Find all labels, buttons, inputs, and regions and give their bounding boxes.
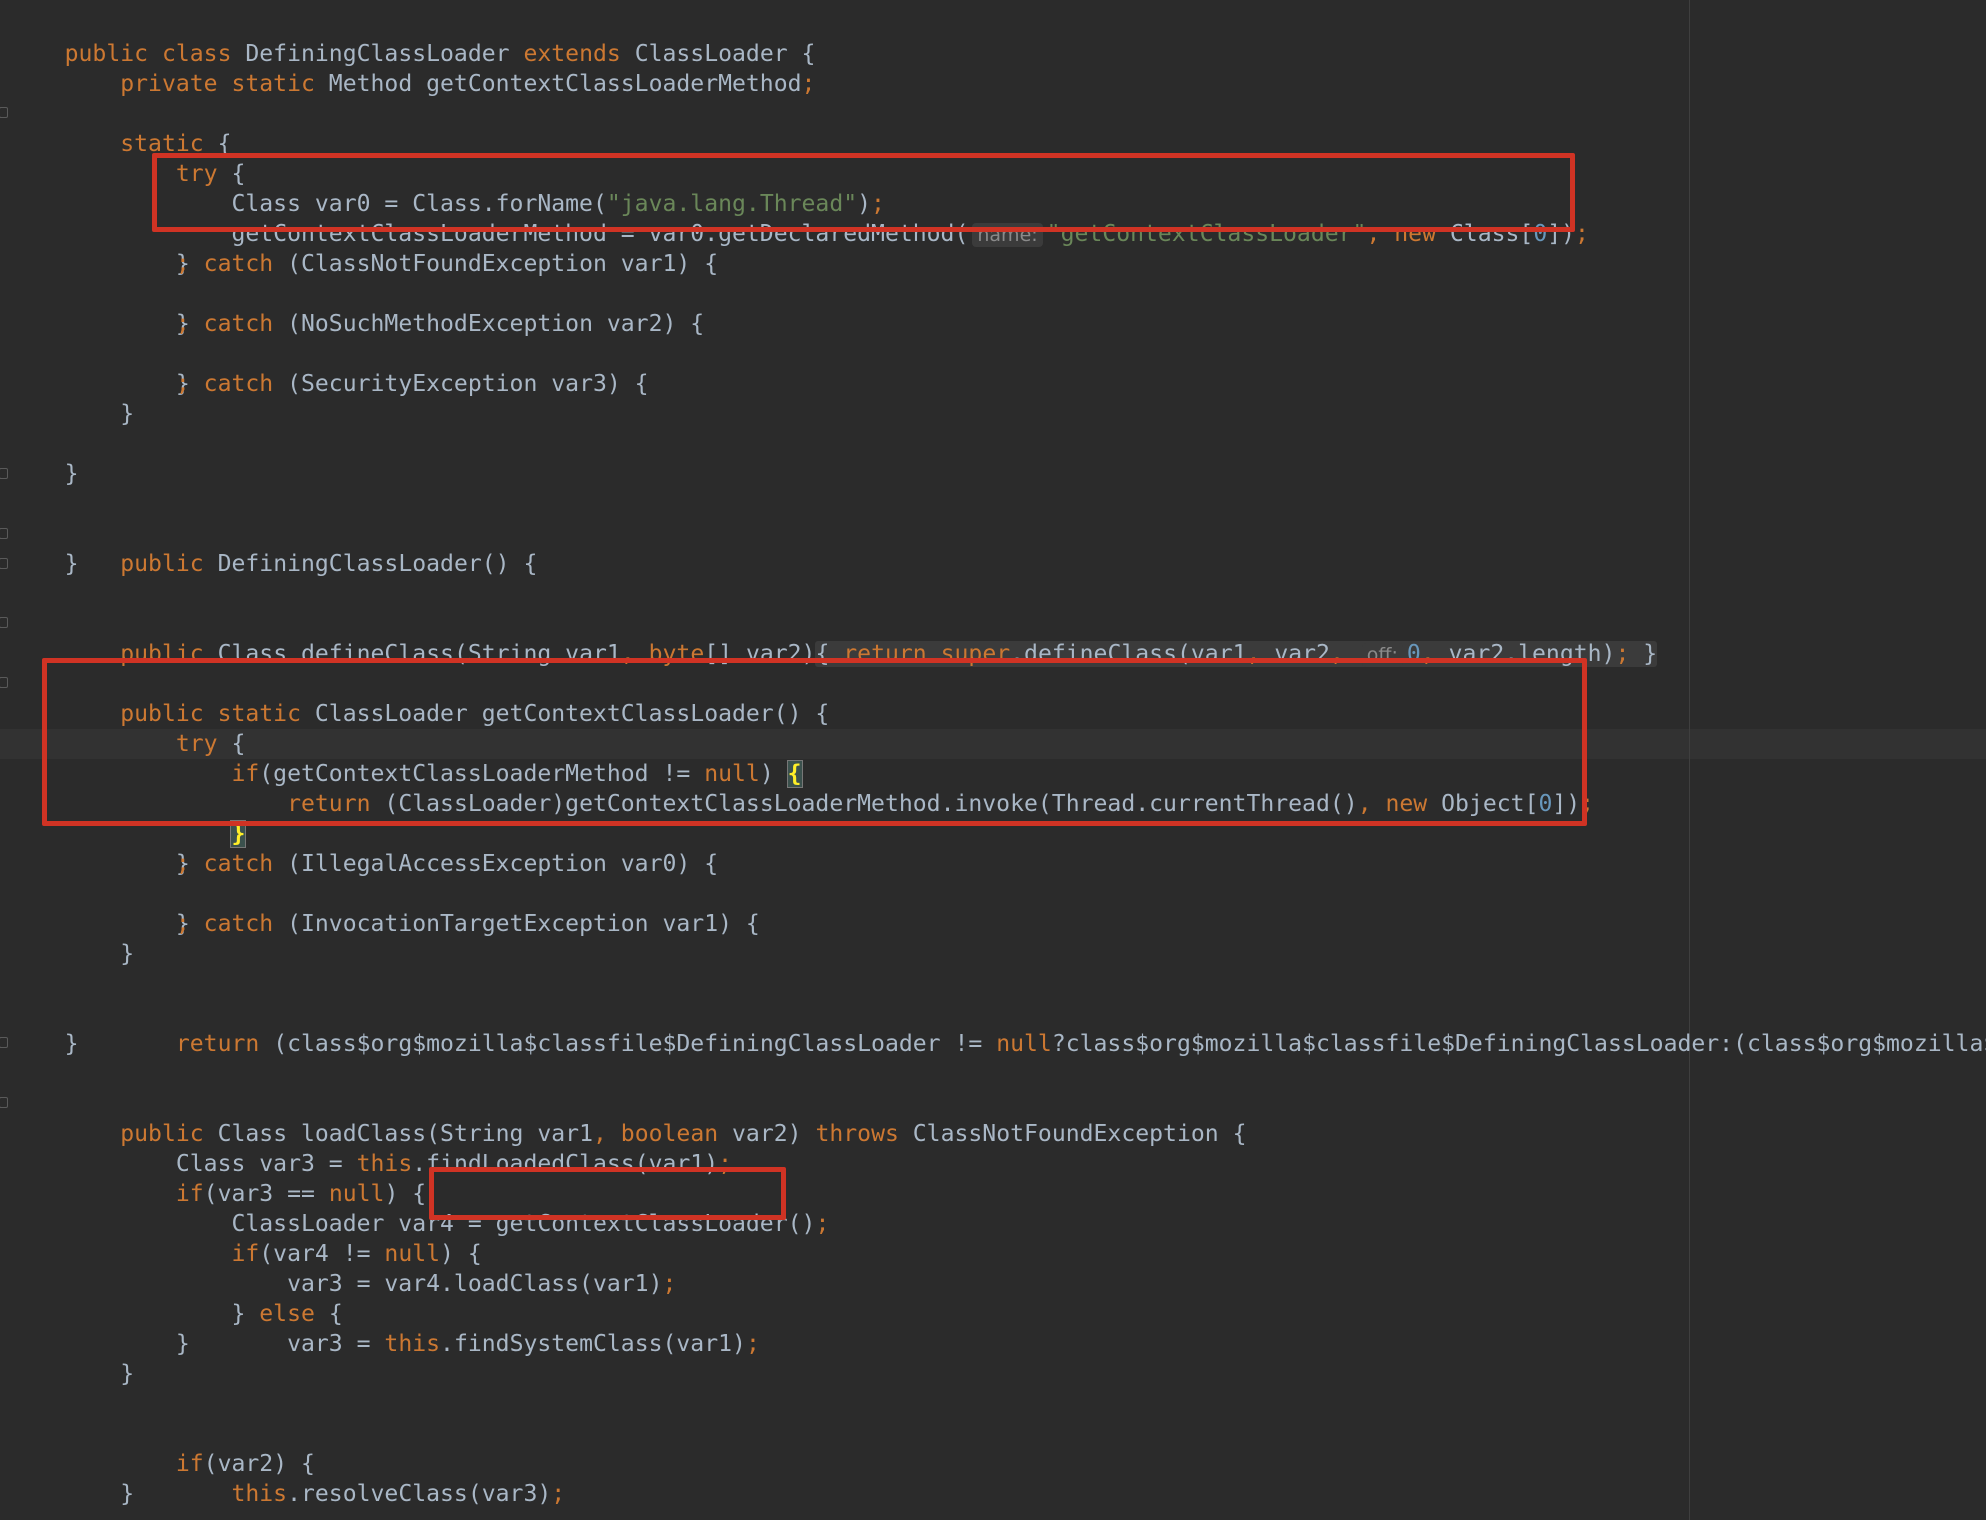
code-line[interactable]: var3 = var4.loadClass(var1); — [9, 1239, 676, 1297]
code-token: return — [175, 1031, 274, 1057]
code-line[interactable]: } — [9, 549, 79, 579]
code-line[interactable]: this.resolveClass(var3); — [9, 1449, 565, 1507]
code-line[interactable]: public Class loadClass(String var1, bool… — [9, 1089, 1246, 1147]
code-line[interactable]: } — [9, 1479, 134, 1509]
code-line[interactable]: } catch (InvocationTargetException var1)… — [9, 879, 760, 937]
code-token: } — [9, 1331, 190, 1357]
code-token: ; — [745, 1331, 760, 1357]
right-margin-guide — [1689, 0, 1690, 1520]
code-line[interactable]: } else { — [9, 1269, 342, 1327]
code-token: ClassNotFoundException { — [912, 1121, 1247, 1147]
code-line[interactable]: } catch (NoSuchMethodException var2) { — [9, 279, 704, 337]
code-token: (SecurityException var3) { — [287, 371, 649, 397]
code-line[interactable]: if(var2) { — [9, 1419, 315, 1477]
code-token: catch — [203, 911, 288, 937]
code-line[interactable]: Class var3 = this.findLoadedClass(var1); — [9, 1119, 732, 1177]
code-token: } — [9, 1361, 135, 1387]
code-token: .resolveClass(var3) — [287, 1481, 552, 1507]
code-token: this — [231, 1481, 288, 1507]
code-line[interactable]: } — [9, 1029, 79, 1059]
code-token: (class$org$mozilla$classfile$DefiningCla… — [273, 1031, 997, 1057]
code-line[interactable]: ; — [9, 249, 190, 279]
code-token: } — [9, 551, 79, 577]
code-token: catch — [203, 371, 288, 397]
code-token: ; — [9, 911, 190, 937]
code-line[interactable]: ; — [9, 849, 190, 879]
code-token: catch — [203, 311, 288, 337]
code-token: ; — [9, 311, 190, 337]
code-line[interactable]: } — [9, 939, 134, 969]
code-token: ; — [801, 71, 816, 97]
code-token: } — [9, 461, 79, 487]
code-token: ; — [1575, 221, 1589, 247]
code-token: private static — [64, 71, 329, 97]
code-token: } — [9, 941, 135, 967]
code-token: ; — [9, 251, 190, 277]
code-line[interactable]: ; — [9, 369, 190, 399]
code-token: } — [9, 1031, 79, 1057]
code-token: null — [996, 1031, 1052, 1057]
code-line[interactable]: ; — [9, 309, 190, 339]
fold-marker-icon[interactable] — [0, 617, 8, 628]
code-line[interactable]: } catch (SecurityException var3) { — [9, 339, 649, 397]
code-token: (IllegalAccessException var0) { — [287, 851, 719, 877]
code-line[interactable]: var3 = this.findSystemClass(var1); — [9, 1299, 760, 1357]
code-token: ; — [662, 1271, 677, 1297]
code-token: } — [9, 1481, 135, 1507]
code-line[interactable]: } — [9, 459, 79, 489]
code-line[interactable]: public DefiningClassLoader() { — [9, 519, 537, 577]
fold-marker-icon[interactable] — [0, 468, 8, 479]
annotation-box-call-site — [429, 1167, 786, 1220]
code-editor[interactable]: public class DefiningClassLoader extends… — [0, 0, 1986, 1520]
code-line[interactable]: return (class$org$mozilla$classfile$Defi… — [9, 999, 1986, 1057]
fold-marker-icon[interactable] — [0, 558, 8, 569]
code-line[interactable]: } — [9, 1329, 190, 1359]
code-line[interactable]: if(var4 != null) { — [9, 1209, 481, 1267]
code-line[interactable]: static { — [9, 99, 231, 157]
code-line[interactable]: if(var3 == null) { — [9, 1149, 426, 1207]
code-token: ; — [551, 1481, 566, 1507]
annotation-box-reflection-lookup — [152, 153, 1575, 232]
code-line[interactable]: private static Method getContextClassLoa… — [9, 39, 815, 97]
code-token: Method getContextClassLoaderMethod — [328, 71, 802, 97]
code-line[interactable]: public class DefiningClassLoader extends… — [9, 9, 816, 67]
code-line[interactable]: } — [9, 399, 134, 429]
code-token: DefiningClassLoader() { — [217, 551, 538, 577]
code-token: ; — [9, 851, 190, 877]
code-token: ; — [1615, 641, 1630, 667]
code-token: public — [64, 551, 218, 577]
code-token: ; — [815, 1211, 830, 1237]
code-token: catch — [203, 851, 288, 877]
code-token: (NoSuchMethodException var2) { — [287, 311, 705, 337]
fold-marker-icon[interactable] — [0, 528, 8, 539]
annotation-box-get-context-classloader — [42, 658, 1587, 826]
code-token: } — [9, 401, 135, 427]
code-token: .findSystemClass(var1) — [440, 1331, 746, 1357]
code-token: (ClassNotFoundException var1) { — [287, 251, 719, 277]
code-token: ?class$org$mozilla$classfile$DefiningCla… — [1051, 1031, 1986, 1057]
code-token: this — [384, 1331, 441, 1357]
code-line[interactable]: } — [9, 1359, 134, 1389]
code-line[interactable]: public Class defineClass(String var1, by… — [9, 609, 1658, 667]
code-token: throws — [815, 1121, 913, 1147]
fold-marker-icon[interactable] — [0, 677, 8, 688]
code-token: (InvocationTargetException var1) { — [287, 911, 760, 937]
code-token: } — [1629, 641, 1658, 667]
code-token: var2) — [732, 1121, 816, 1147]
code-token: catch — [203, 251, 288, 277]
code-token: ; — [9, 371, 190, 397]
fold-marker-icon[interactable] — [0, 1097, 8, 1108]
fold-marker-icon[interactable] — [0, 107, 8, 118]
code-line[interactable]: ; — [9, 909, 190, 939]
fold-marker-icon[interactable] — [0, 1037, 8, 1048]
